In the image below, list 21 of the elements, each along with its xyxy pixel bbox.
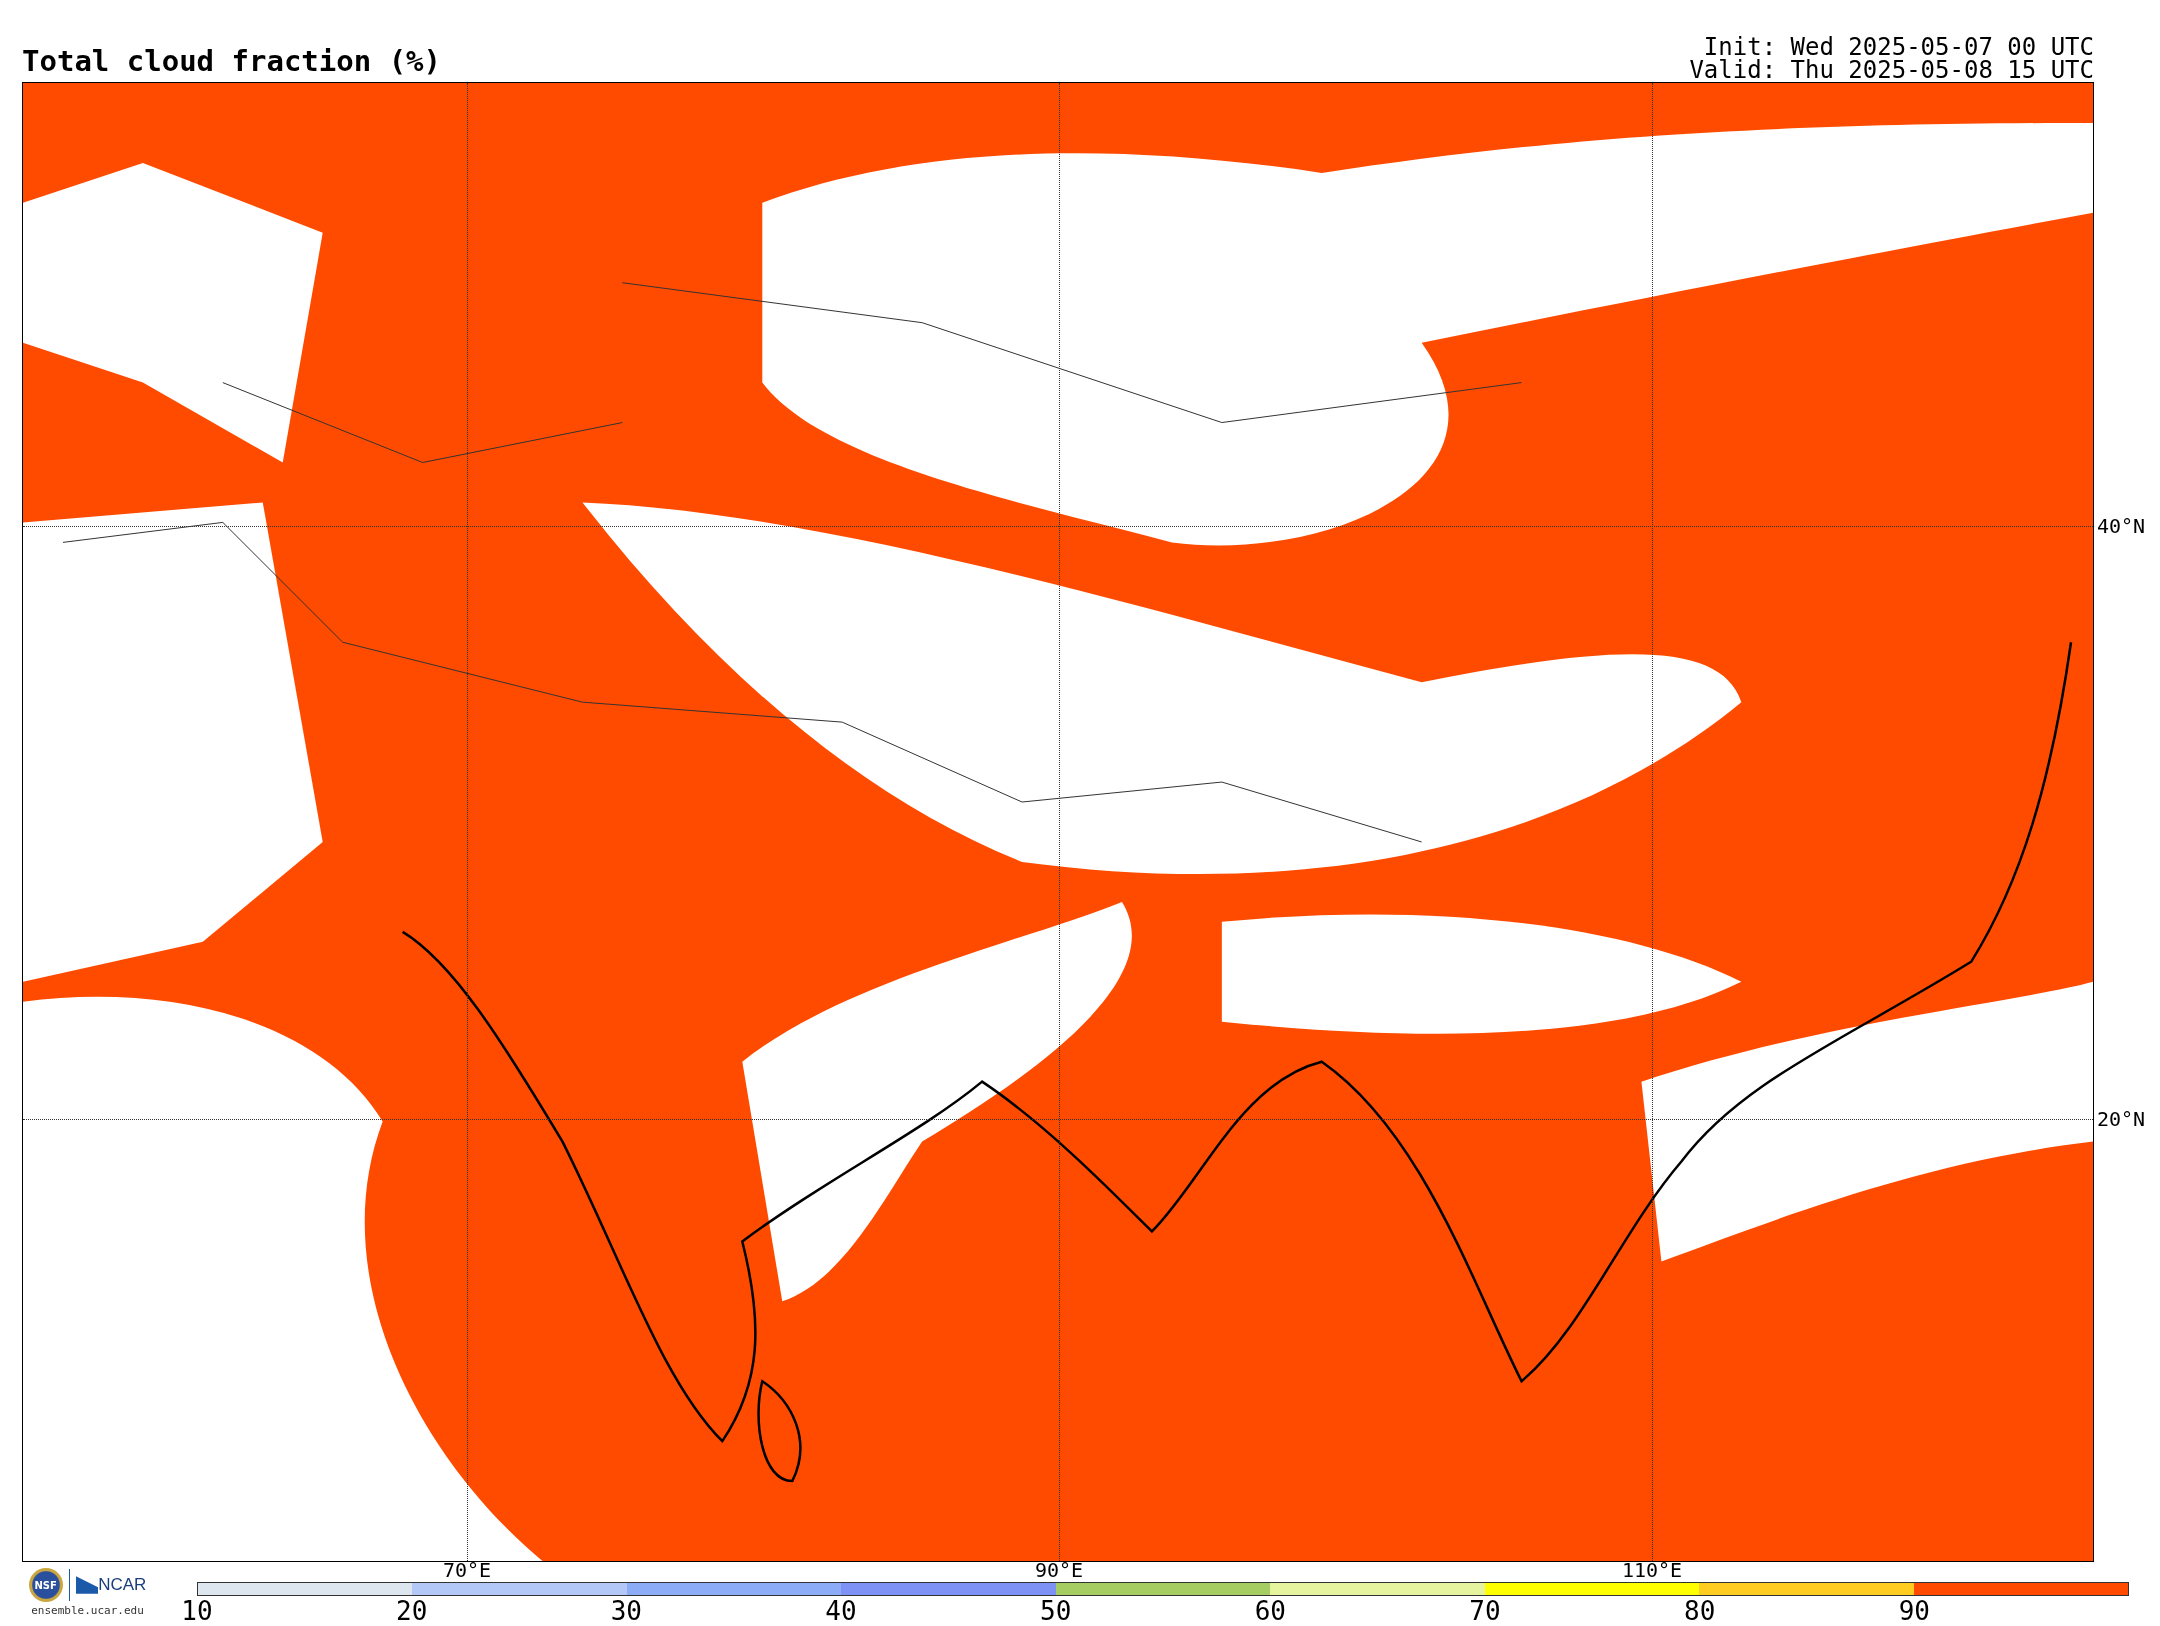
longitude-label: 70°E — [442, 1561, 492, 1579]
colorbar-tick-label: 90 — [1898, 1596, 1930, 1626]
colorbar-tick-label: 20 — [396, 1596, 428, 1626]
valid-time: Valid: Thu 2025-05-08 15 UTC — [1689, 59, 2094, 82]
colorbar-tick-label: 30 — [610, 1596, 642, 1626]
colorbar-tick-label: 50 — [1040, 1596, 1072, 1626]
colorbar-tick-label: 60 — [1254, 1596, 1286, 1626]
init-time: Init: Wed 2025-05-07 00 UTC — [1703, 36, 2094, 59]
colorbar-tick-label: 80 — [1684, 1596, 1716, 1626]
latitude-label: 40°N — [2097, 516, 2146, 536]
wedge-icon — [76, 1576, 99, 1594]
nsf-logo: NSF — [28, 1568, 63, 1602]
latitude-label: 20°N — [2097, 1109, 2146, 1129]
chart-title: Total cloud fraction (%) — [22, 44, 442, 78]
colorbar-tick-label: 70 — [1469, 1596, 1501, 1626]
longitude-label: 90°E — [1034, 1561, 1084, 1579]
colorbar-tick-label: 10 — [181, 1596, 213, 1626]
colorbar-tick-label: 40 — [825, 1596, 857, 1626]
ncar-logo: NCAR — [98, 1575, 147, 1595]
longitude-label: 110°E — [1621, 1561, 1683, 1579]
site-url: ensemble.ucar.edu — [31, 1604, 144, 1617]
